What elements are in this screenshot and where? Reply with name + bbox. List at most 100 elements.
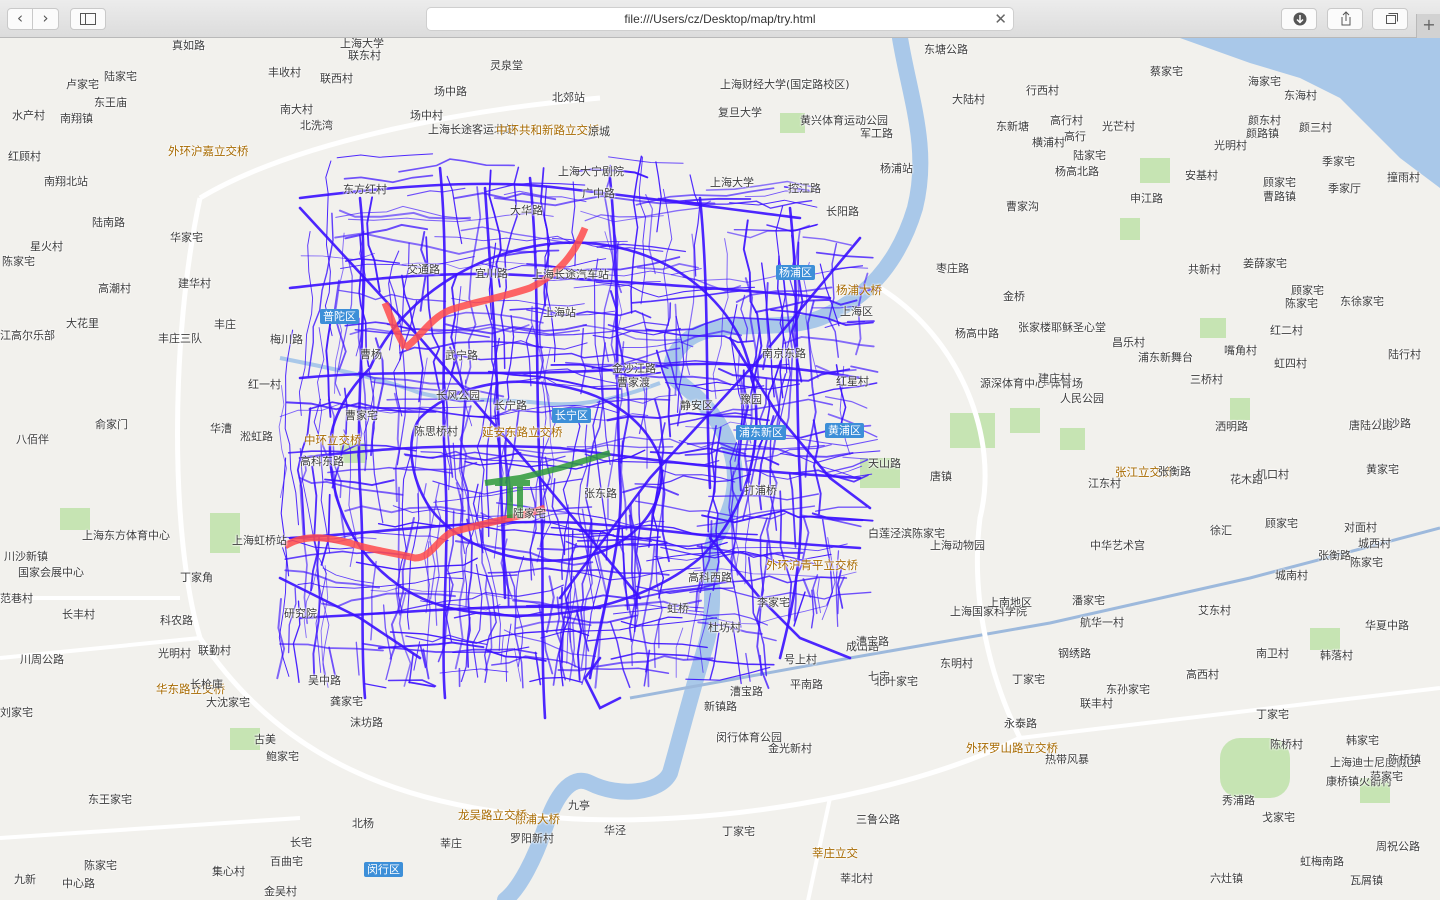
- sidebar-toggle-button[interactable]: [70, 8, 106, 30]
- map-label: 上海虹桥站: [232, 534, 287, 547]
- share-button[interactable]: [1327, 8, 1363, 30]
- district-badge: 闵行区: [364, 862, 403, 877]
- download-icon: [1293, 12, 1307, 26]
- map-label: 静安区: [680, 399, 713, 412]
- map-label: 东明村: [940, 657, 973, 670]
- sidebar-icon: [80, 13, 96, 25]
- map-label: 韩落村: [1320, 649, 1353, 662]
- map-label: 光明村: [1214, 139, 1247, 152]
- map-label: 灵泉堂: [490, 59, 523, 72]
- map-label: 豫园: [740, 393, 762, 406]
- download-button[interactable]: [1281, 8, 1317, 30]
- map-label: 瓦屑镇: [1350, 874, 1383, 887]
- map-label: 昌乐村: [1112, 336, 1145, 349]
- map-label: 江东村: [1088, 477, 1121, 490]
- map-label: 唐镇: [930, 470, 952, 483]
- map-label: 东塘公路: [924, 43, 968, 56]
- map-label: 潘家宅: [1072, 594, 1105, 607]
- map-label: 三桥村: [1190, 373, 1223, 386]
- map-label: 白莲泾滨陈家宅: [868, 527, 945, 540]
- map-label: 建庄村: [1038, 372, 1071, 385]
- map-label: 蔡家宅: [1150, 65, 1183, 78]
- map-label: 人民公园: [1060, 392, 1104, 405]
- map-label: 军工路: [860, 127, 893, 140]
- map-label: 上南地区: [988, 596, 1032, 609]
- map-label: 漕宝路: [856, 635, 889, 648]
- map-label: 联勤村: [198, 644, 231, 657]
- tabs-icon: [1386, 13, 1398, 24]
- map-label: 光明村: [158, 647, 191, 660]
- back-button[interactable]: ‹: [7, 8, 33, 30]
- map-label: 东海村: [1284, 89, 1317, 102]
- map-label: 凉城: [588, 125, 610, 138]
- map-label: 杨浦站: [880, 162, 913, 175]
- map-label: 金吴村: [264, 885, 297, 898]
- map-label: 丰收村: [268, 66, 301, 79]
- map-label: 黄兴体育运动公园: [800, 114, 888, 127]
- map-label: 南翔镇: [60, 112, 93, 125]
- map-label: 红二村: [1270, 324, 1303, 337]
- map-label: 鲍家宅: [266, 750, 299, 763]
- map-label: 杨浦大桥: [836, 283, 882, 297]
- map-label: 钢绣路: [1058, 647, 1091, 660]
- map-label: 长枪庫: [190, 678, 223, 691]
- map-label: 陆行村: [1388, 348, 1421, 361]
- district-badge: 杨浦区: [776, 265, 815, 280]
- map-label: 建华村: [178, 277, 211, 290]
- map-label: 曹家渡: [617, 376, 650, 389]
- map-label: 华夏中路: [1365, 619, 1409, 632]
- map-label: 黄家宅: [1366, 463, 1399, 476]
- map-label: 九亭: [568, 799, 590, 812]
- map-label: 广中路: [582, 187, 615, 200]
- map-label: 平南路: [790, 678, 823, 691]
- plus-icon: +: [1422, 15, 1436, 34]
- map-label: 洒明路: [1215, 420, 1248, 433]
- map-label: 丰庄: [214, 318, 236, 331]
- map-label: 罗阳新村: [510, 832, 554, 845]
- map-label: 华漕: [210, 422, 232, 435]
- map-label: 控江路: [788, 182, 821, 195]
- map-label: 东王庙: [94, 96, 127, 109]
- district-badge: 黄浦区: [825, 423, 864, 438]
- map-label: 莘庄立交: [812, 846, 858, 860]
- chevron-right-icon: ›: [42, 9, 49, 27]
- map-label: 东方红村: [343, 183, 387, 196]
- map-label: 吴中路: [308, 674, 341, 687]
- map-label: 永泰路: [1004, 717, 1037, 730]
- map-label: 长宅: [290, 836, 312, 849]
- map-label: 六灶镇: [1210, 872, 1243, 885]
- browser-toolbar: ‹ › file:///Users/cz/Desktop/map/try.htm…: [0, 0, 1440, 38]
- map-label: 虹梅南路: [1300, 855, 1344, 868]
- map-label: 丁家宅: [722, 825, 755, 838]
- map-label: 联西村: [320, 72, 353, 85]
- map-label: 航华一村: [1080, 616, 1124, 629]
- share-icon: [1341, 11, 1351, 26]
- map-label: 科农路: [160, 614, 193, 627]
- district-badge: 浦东新区: [736, 425, 786, 440]
- map-label: 曹家沟: [1006, 200, 1039, 213]
- forward-button[interactable]: ›: [33, 8, 59, 30]
- map-label: 上海区: [840, 305, 873, 318]
- map-label: 徐汇: [1210, 524, 1232, 537]
- map-label: 东徐家宅: [1340, 295, 1384, 308]
- map-canvas[interactable]: 上海大学 联东村 真如路 卢家宅 陆家宅 丰收村 灵泉堂 上海财经大学(国定路校区) 东塘公路蔡…: [0, 38, 1440, 900]
- map-label: 陈桥镇: [1388, 753, 1421, 766]
- show-tabs-button[interactable]: [1372, 8, 1408, 30]
- map-label: 丰庄三队: [158, 332, 202, 345]
- map-label: 陈家宅: [2, 255, 35, 268]
- map-label: 漕宝路: [730, 685, 763, 698]
- map-label: 陆家宅: [513, 507, 546, 520]
- map-label: 联东村: [348, 49, 381, 62]
- map-label: 姜薛家宅: [1243, 257, 1287, 270]
- new-tab-button[interactable]: +: [1416, 14, 1440, 38]
- map-label: 外环沪青平立交桥: [766, 558, 858, 572]
- map-label: 川沙新镇: [4, 550, 48, 563]
- address-bar[interactable]: file:///Users/cz/Desktop/map/try.html ✕: [426, 7, 1014, 31]
- map-label: 杨高北路: [1055, 165, 1099, 178]
- map-label: 顾家宅: [1265, 517, 1298, 530]
- map-label: 陆家宅: [104, 70, 137, 83]
- map-label: 高行: [1064, 130, 1086, 143]
- close-icon[interactable]: ✕: [994, 10, 1007, 28]
- map-label: 三鲁公路: [856, 813, 900, 826]
- map-label: 大花里: [66, 317, 99, 330]
